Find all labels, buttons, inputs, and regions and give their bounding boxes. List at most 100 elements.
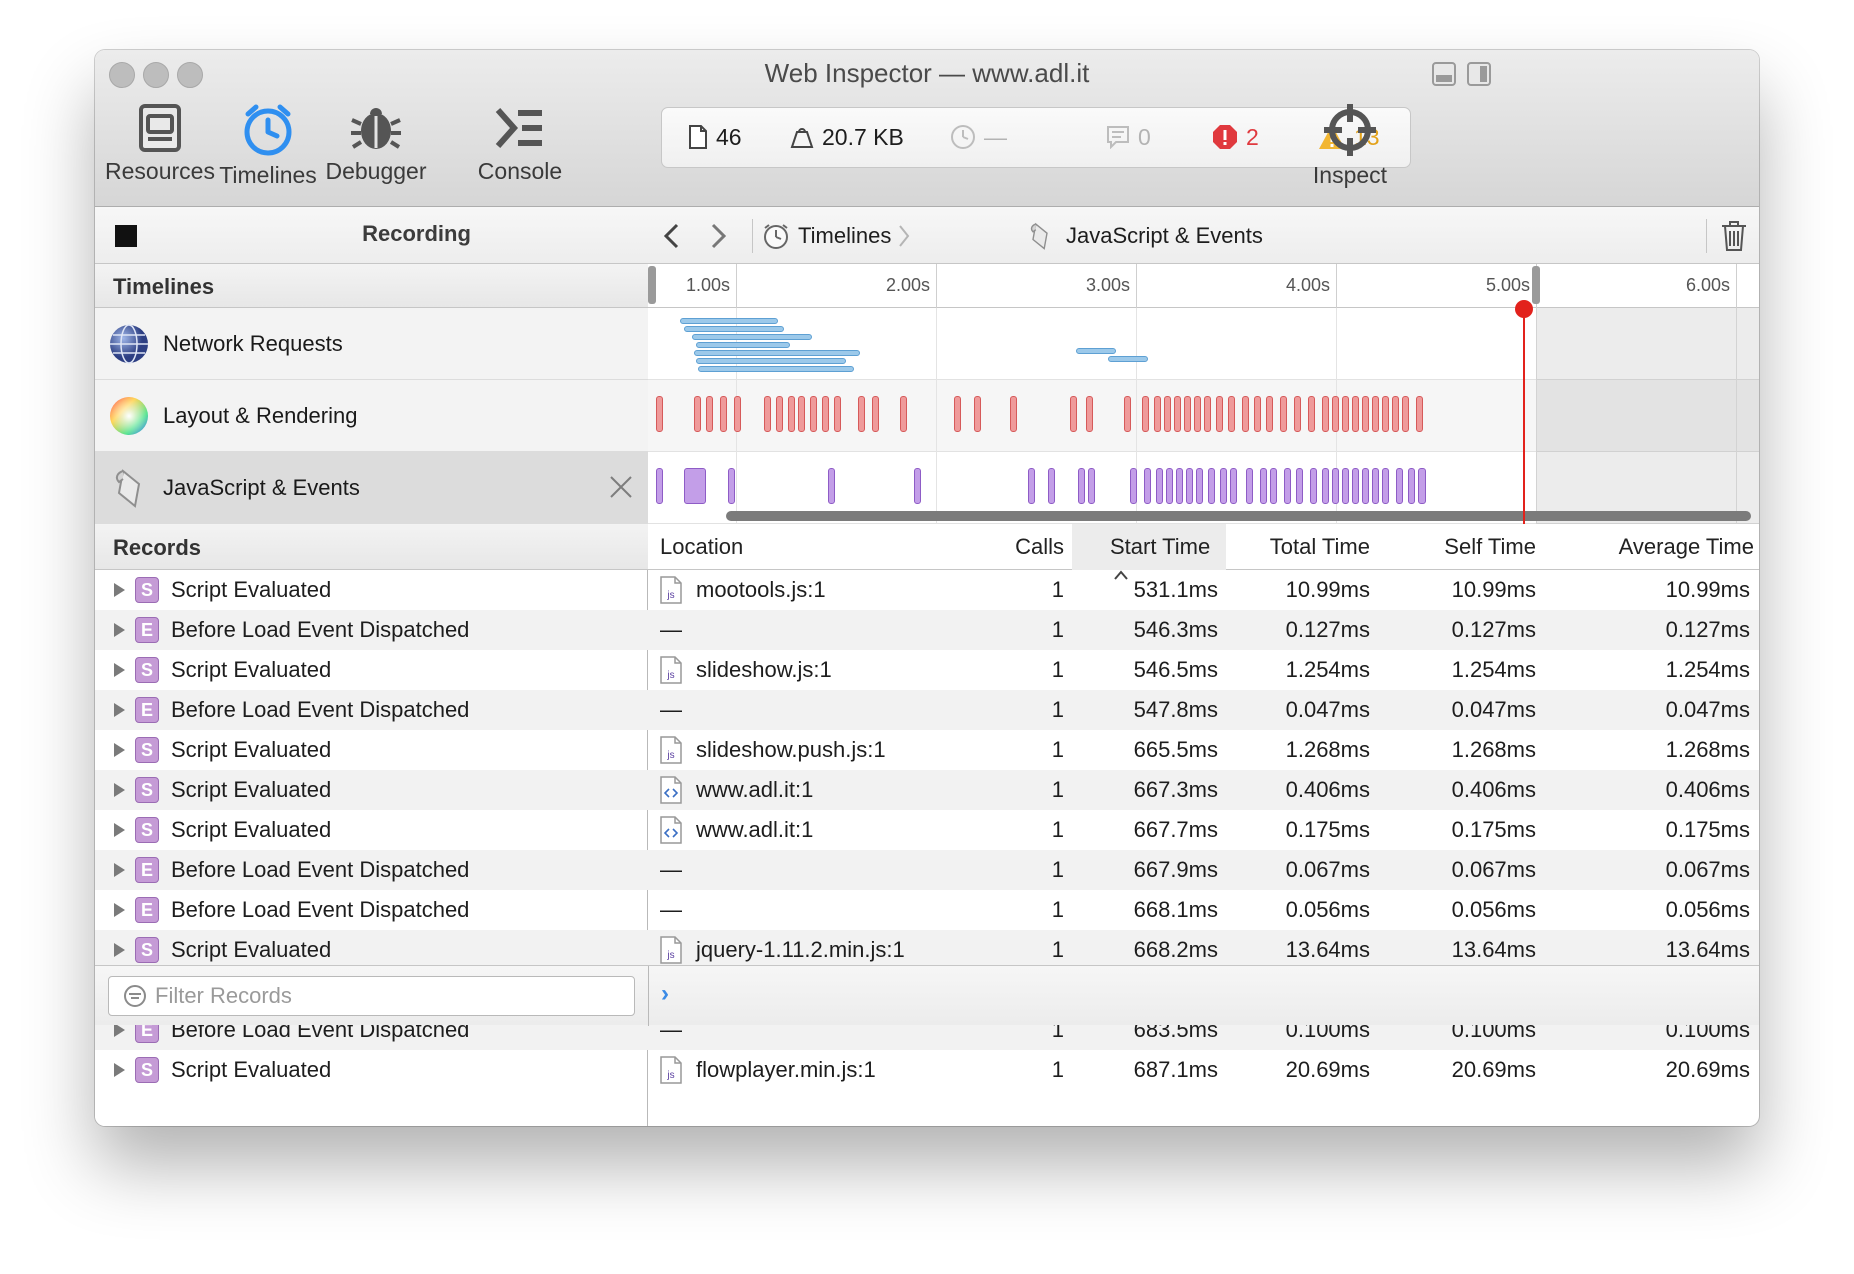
- script-event-bar[interactable]: [1382, 468, 1389, 504]
- script-event-bar[interactable]: [1186, 468, 1193, 504]
- layout-event-bar[interactable]: [1322, 396, 1329, 432]
- load-time[interactable]: —: [950, 122, 1007, 152]
- layout-event-bar[interactable]: [1184, 396, 1191, 432]
- script-event-bar[interactable]: [1230, 468, 1237, 504]
- script-event-bar[interactable]: [1166, 468, 1173, 504]
- script-event-bar[interactable]: [1362, 468, 1369, 504]
- table-row[interactable]: — 1 667.9ms 0.067ms 0.067ms 0.067ms: [648, 850, 1759, 890]
- script-event-bar[interactable]: [1296, 468, 1303, 504]
- layout-event-bar[interactable]: [706, 396, 713, 432]
- disclosure-triangle-icon[interactable]: [114, 1063, 125, 1077]
- layout-event-bar[interactable]: [1362, 396, 1369, 432]
- layout-event-bar[interactable]: [1242, 396, 1249, 432]
- network-request-bar[interactable]: [698, 366, 854, 372]
- back-arrow-icon[interactable]: [662, 223, 682, 249]
- script-event-bar[interactable]: [1220, 468, 1227, 504]
- layout-event-bar[interactable]: [764, 396, 771, 432]
- playhead-knob[interactable]: [1515, 300, 1533, 318]
- column-start-time[interactable]: Start Time: [1072, 524, 1226, 580]
- layout-event-bar[interactable]: [1280, 396, 1287, 432]
- script-event-bar[interactable]: [1396, 468, 1403, 504]
- script-event-bar[interactable]: [1408, 468, 1415, 504]
- filter-records-field[interactable]: [108, 976, 635, 1016]
- breadcrumb-javascript-events[interactable]: JavaScript & Events: [1026, 207, 1263, 264]
- disclosure-triangle-icon[interactable]: [114, 583, 125, 597]
- script-event-bar[interactable]: [1310, 468, 1317, 504]
- layout-event-bar[interactable]: [834, 396, 841, 432]
- record-row[interactable]: E Before Load Event Dispatched: [95, 850, 648, 890]
- error-count[interactable]: 2: [1212, 122, 1259, 152]
- column-total-time[interactable]: Total Time: [1226, 524, 1370, 570]
- overview-scrollbar[interactable]: [726, 511, 1751, 521]
- column-average-time[interactable]: Average Time: [1536, 524, 1758, 570]
- column-location[interactable]: Location: [660, 524, 960, 570]
- record-row[interactable]: S Script Evaluated: [95, 810, 648, 850]
- layout-event-bar[interactable]: [1342, 396, 1349, 432]
- table-row[interactable]: js flowplayer.min.js:1 1 687.1ms 20.69ms 20.6…: [648, 1050, 1759, 1090]
- network-overview-graph[interactable]: [648, 308, 1759, 380]
- script-event-bar[interactable]: [1372, 468, 1379, 504]
- layout-event-bar[interactable]: [798, 396, 805, 432]
- layout-event-bar[interactable]: [1416, 396, 1423, 432]
- script-event-bar[interactable]: [1144, 468, 1151, 504]
- layout-event-bar[interactable]: [1266, 396, 1273, 432]
- script-event-bar[interactable]: [1156, 468, 1163, 504]
- network-request-bar[interactable]: [694, 350, 860, 356]
- layout-event-bar[interactable]: [1086, 396, 1093, 432]
- disclosure-triangle-icon[interactable]: [114, 703, 125, 717]
- table-row[interactable]: js slideshow.js:1 1 546.5ms 1.254ms 1.254ms 1.…: [648, 650, 1759, 690]
- layout-event-bar[interactable]: [1142, 396, 1149, 432]
- disclosure-triangle-icon[interactable]: [114, 903, 125, 917]
- disclosure-triangle-icon[interactable]: [114, 743, 125, 757]
- disclosure-triangle-icon[interactable]: [114, 783, 125, 797]
- layout-event-bar[interactable]: [776, 396, 783, 432]
- script-event-bar[interactable]: [656, 468, 663, 504]
- resource-count[interactable]: 46: [688, 122, 742, 152]
- layout-event-bar[interactable]: [1392, 396, 1399, 432]
- layout-event-bar[interactable]: [1010, 396, 1017, 432]
- inspect-button[interactable]: Inspect: [1285, 102, 1415, 202]
- layout-event-bar[interactable]: [1124, 396, 1131, 432]
- tab-debugger[interactable]: Debugger: [311, 102, 441, 202]
- layout-event-bar[interactable]: [734, 396, 741, 432]
- script-event-bar[interactable]: [914, 468, 921, 504]
- playhead-marker[interactable]: [1515, 300, 1533, 524]
- selection-end-handle[interactable]: [1532, 266, 1540, 304]
- script-event-bar[interactable]: [1028, 468, 1035, 504]
- layout-event-bar[interactable]: [1308, 396, 1315, 432]
- tab-console[interactable]: Console: [455, 102, 585, 202]
- script-event-bar[interactable]: [728, 468, 735, 504]
- filter-records-input[interactable]: [155, 983, 615, 1009]
- layout-event-bar[interactable]: [1154, 396, 1161, 432]
- record-row[interactable]: S Script Evaluated: [95, 770, 648, 810]
- layout-event-bar[interactable]: [1216, 396, 1223, 432]
- script-event-bar[interactable]: [684, 468, 706, 504]
- layout-event-bar[interactable]: [900, 396, 907, 432]
- table-row[interactable]: js mootools.js:1 1 531.1ms 10.99ms 10.99ms 10.…: [648, 570, 1759, 610]
- script-event-bar[interactable]: [1208, 468, 1215, 504]
- layout-event-bar[interactable]: [1254, 396, 1261, 432]
- disclosure-triangle-icon[interactable]: [114, 823, 125, 837]
- layout-event-bar[interactable]: [1174, 396, 1181, 432]
- script-event-bar[interactable]: [1322, 468, 1329, 504]
- record-row[interactable]: E Before Load Event Dispatched: [95, 890, 648, 930]
- record-row[interactable]: E Before Load Event Dispatched: [95, 610, 648, 650]
- column-calls[interactable]: Calls: [948, 524, 1064, 570]
- layout-event-bar[interactable]: [872, 396, 879, 432]
- resource-size[interactable]: 20.7 KB: [790, 122, 904, 152]
- table-row[interactable]: www.adl.it:1 1 667.7ms 0.175ms 0.175ms 0.175m…: [648, 810, 1759, 850]
- script-overview-graph[interactable]: [648, 452, 1759, 524]
- layout-event-bar[interactable]: [788, 396, 795, 432]
- close-icon[interactable]: [608, 474, 634, 500]
- layout-event-bar[interactable]: [1382, 396, 1389, 432]
- network-request-bar[interactable]: [696, 358, 846, 364]
- record-row[interactable]: S Script Evaluated: [95, 1050, 648, 1090]
- layout-event-bar[interactable]: [1352, 396, 1359, 432]
- script-event-bar[interactable]: [1260, 468, 1267, 504]
- trash-icon[interactable]: [1720, 220, 1748, 252]
- layout-event-bar[interactable]: [720, 396, 727, 432]
- layout-event-bar[interactable]: [1228, 396, 1235, 432]
- layout-event-bar[interactable]: [1164, 396, 1171, 432]
- layout-event-bar[interactable]: [1204, 396, 1211, 432]
- table-row[interactable]: js jquery-1.11.2.min.js:1 1 668.2ms 13.64ms 1…: [648, 930, 1759, 970]
